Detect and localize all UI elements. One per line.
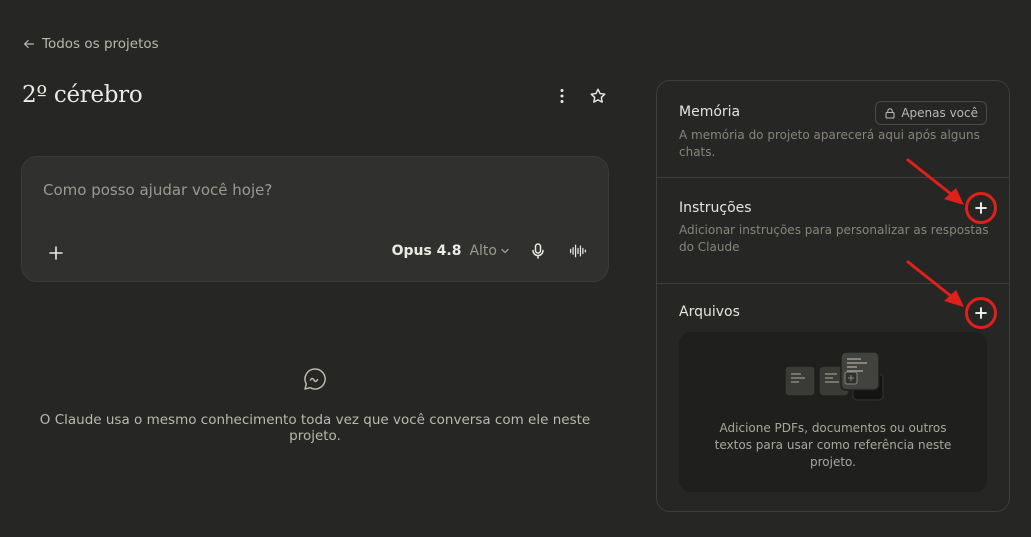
favorite-button[interactable] [586, 84, 610, 108]
back-link-label: Todos os projetos [42, 36, 159, 52]
visibility-badge-label: Apenas você [901, 106, 978, 120]
model-name[interactable]: Opus 4.8 [392, 243, 462, 259]
more-vertical-icon [560, 89, 564, 103]
back-to-projects-link[interactable]: Todos os projetos [22, 36, 159, 52]
instructions-section: Instruções Adicionar instruções para per… [657, 178, 1009, 284]
voice-wave-icon [570, 244, 586, 258]
add-files-button[interactable] [965, 297, 997, 329]
star-icon [590, 88, 606, 103]
instructions-description: Adicionar instruções para personalizar a… [679, 223, 989, 254]
composer-controls: Opus 4.8 Alto [392, 239, 590, 263]
memory-description: A memória do projeto aparecerá aqui após… [679, 128, 980, 159]
visibility-badge[interactable]: Apenas você [875, 101, 987, 125]
message-composer: Opus 4.8 Alto [21, 156, 609, 282]
memory-section: Memória Apenas você A memória do projeto… [657, 81, 1009, 178]
model-effort-selector[interactable]: Alto [469, 243, 510, 259]
chevron-down-icon [501, 248, 509, 254]
project-title: 2º cérebro [22, 82, 143, 108]
memory-title: Memória [679, 104, 741, 120]
files-dropzone[interactable]: Adicione PDFs, documentos ou outros text… [679, 332, 987, 492]
instructions-title: Instruções [679, 200, 752, 216]
empty-state: O Claude usa o mesmo conhecimento toda v… [21, 366, 609, 444]
files-description: Adicione PDFs, documentos ou outros text… [714, 421, 952, 469]
plus-icon [49, 246, 63, 260]
message-input[interactable] [43, 181, 563, 199]
more-options-button[interactable] [550, 84, 574, 108]
voice-mode-button[interactable] [566, 239, 590, 263]
plus-icon [975, 202, 987, 214]
chat-bubble-icon [304, 368, 326, 390]
files-section: Arquivos Adicione PDFs, documentos ou ou… [657, 284, 1009, 513]
microphone-icon [532, 243, 544, 259]
files-title: Arquivos [679, 304, 740, 320]
arrow-left-icon [24, 39, 34, 49]
plus-icon [975, 307, 987, 319]
dictation-button[interactable] [526, 239, 550, 263]
empty-state-text: O Claude usa o mesmo conhecimento toda v… [39, 412, 591, 444]
add-instructions-button[interactable] [965, 192, 997, 224]
add-attachment-button[interactable] [44, 241, 68, 265]
project-side-panel: Memória Apenas você A memória do projeto… [656, 80, 1010, 512]
lock-icon [885, 108, 895, 119]
title-actions [550, 84, 610, 108]
documents-illustration-icon [784, 351, 884, 401]
model-effort-label: Alto [469, 243, 497, 259]
